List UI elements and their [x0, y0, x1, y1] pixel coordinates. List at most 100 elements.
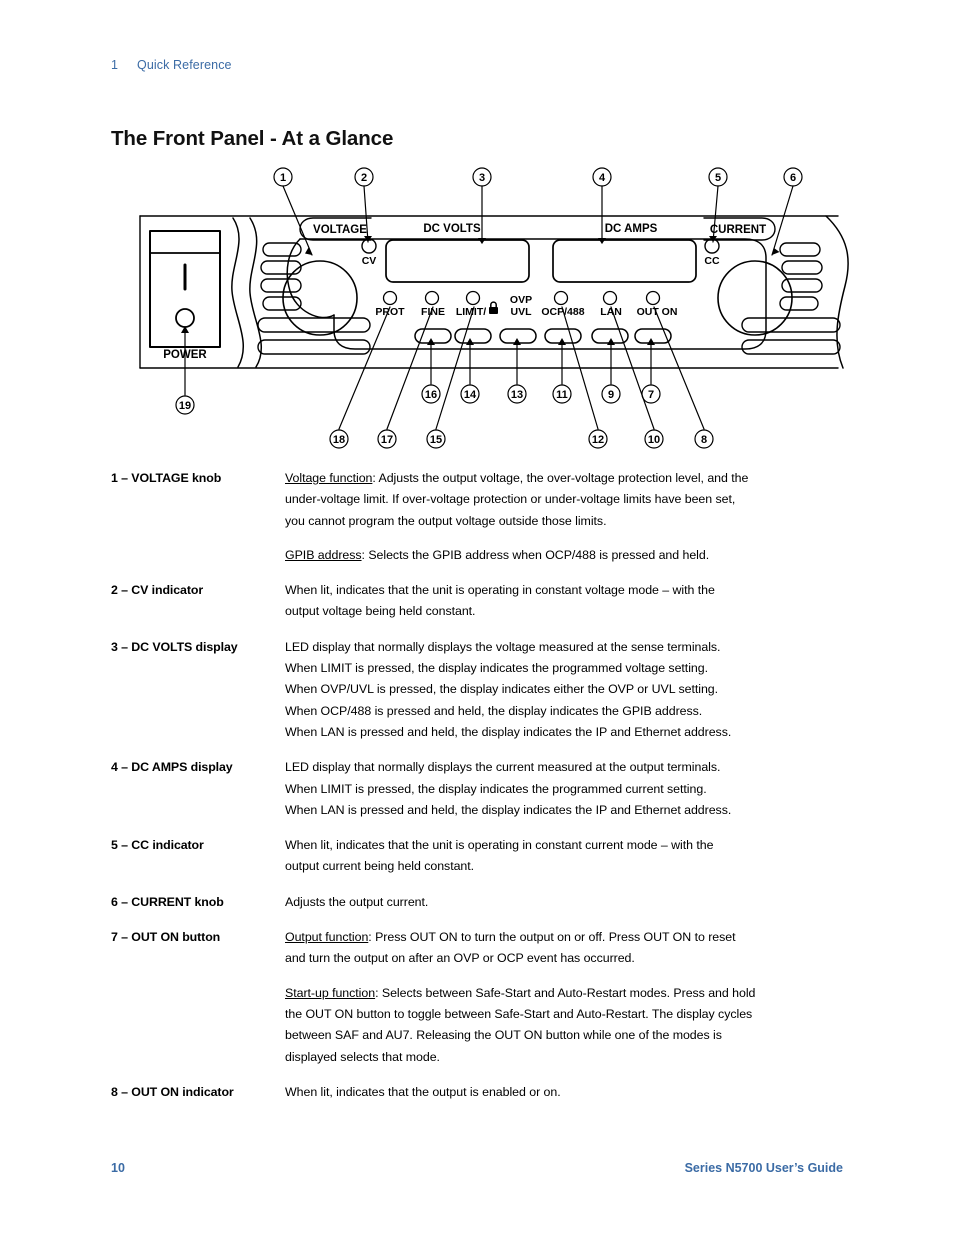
definition-paragraph: When lit, indicates that the unit is ope… — [285, 580, 851, 623]
callout-top-label: 2 — [361, 172, 367, 184]
page-title: The Front Panel - At a Glance — [111, 126, 394, 150]
callout-lower-label: 17 — [381, 434, 393, 446]
callout-lower-label: 14 — [464, 389, 477, 401]
chapter-title: Quick Reference — [137, 58, 232, 72]
lan-led — [602, 290, 618, 306]
definition-line: under-voltage limit. If over-voltage pro… — [285, 492, 736, 507]
definition-line: the OUT ON button to toggle between Safe… — [285, 1006, 753, 1021]
definition-term: 8 – OUT ON indicator — [111, 1082, 285, 1103]
callouts-lower-row2 — [329, 306, 714, 449]
definition-line: you cannot program the output voltage ou… — [285, 513, 607, 528]
callout-lower-label: 9 — [608, 389, 614, 401]
definition-term: 5 – CC indicator — [111, 835, 285, 856]
definition-line: between SAF and AU7. Releasing the OUT O… — [285, 1028, 722, 1043]
callout-lower-label: 8 — [701, 434, 707, 446]
definition-lead: GPIB address — [285, 547, 362, 562]
definition-line: LED display that normally displays the c… — [285, 760, 721, 775]
definition-text: : Adjusts the output voltage, the over-v… — [372, 471, 749, 485]
callout-top-label: 6 — [790, 172, 796, 184]
callouts-lower-row1 — [421, 338, 661, 404]
definition-dash: – — [121, 583, 128, 598]
right-vent-slots — [741, 242, 841, 355]
callout-lower-label: 12 — [592, 434, 604, 446]
definition-term: 7 – OUT ON button — [111, 927, 285, 948]
definition-number: 6 — [111, 894, 118, 909]
definition-text: : Press OUT ON to turn the output on or … — [368, 930, 736, 945]
definition-row: 5 – CC indicator When lit, indicates tha… — [111, 835, 851, 878]
definition-term: 4 – DC AMPS display — [111, 757, 285, 778]
definition-line: output current being held constant. — [285, 859, 475, 874]
definition-label: VOLTAGE knob — [131, 471, 222, 485]
definition-text: : Selects the GPIB address when OCP/488 … — [361, 547, 710, 562]
definition-line: When lit, indicates that the output is e… — [285, 1084, 561, 1099]
current-knob — [717, 260, 793, 336]
dc-volts-display — [385, 239, 530, 283]
definition-paragraph: Output function: Press OUT ON to turn th… — [285, 927, 851, 970]
definition-paragraph: When lit, indicates that the unit is ope… — [285, 835, 851, 878]
definition-row: 8 – OUT ON indicator When lit, indicates… — [111, 1082, 851, 1103]
definition-line: LED display that normally displays the v… — [285, 639, 721, 654]
definition-body: When lit, indicates that the unit is ope… — [285, 580, 851, 623]
definition-paragraph: Adjusts the output current. — [285, 892, 851, 913]
callout-top-label: 5 — [715, 172, 721, 184]
dc-volts-label: DC VOLTS — [423, 223, 481, 235]
definition-number: 7 — [111, 930, 118, 945]
definition-line: Output function: Press OUT ON to turn th… — [285, 927, 851, 948]
limit-led — [465, 290, 481, 306]
definition-list: 1 – VOLTAGE knob Voltage function: Adjus… — [111, 468, 851, 1117]
definition-number: 4 — [111, 760, 118, 775]
definition-row: 2 – CV indicator When lit, indicates tha… — [111, 580, 851, 623]
definition-number: 2 — [111, 583, 118, 598]
definition-label: DC VOLTS display — [131, 639, 238, 654]
callout-top-label: 4 — [599, 172, 606, 184]
definition-row: 7 – OUT ON button Output function: Press… — [111, 927, 851, 1068]
definition-paragraph: GPIB address: Selects the GPIB address w… — [285, 545, 851, 566]
lock-icon — [489, 301, 498, 314]
front-panel-figure: 1 2 3 4 5 6 POWER 19 VOLTAGE CURRENT CV … — [0, 155, 954, 465]
callout-lower-label: 16 — [425, 389, 437, 401]
definition-line: When OVP/UVL is pressed, the display ind… — [285, 682, 719, 697]
callout-lower-label: 7 — [648, 389, 654, 401]
definition-line: When lit, indicates that the unit is ope… — [285, 583, 715, 598]
definition-line: Voltage function: Adjusts the output vol… — [285, 468, 851, 489]
cc-indicator — [704, 238, 720, 254]
definition-line: When OCP/488 is pressed and held, the di… — [285, 703, 703, 718]
definition-line: When LAN is pressed and held, the displa… — [285, 802, 732, 817]
dc-amps-display — [552, 239, 697, 283]
callout-lower-label: 10 — [648, 434, 660, 446]
left-chassis-curves — [231, 217, 263, 368]
definition-dash: – — [121, 838, 128, 853]
voltage-knob — [282, 260, 358, 336]
definition-body: When lit, indicates that the output is e… — [285, 1082, 851, 1103]
definition-paragraph: LED display that normally displays the v… — [285, 637, 851, 743]
definition-line: When LIMIT is pressed, the display indic… — [285, 781, 707, 796]
outon-led — [645, 290, 661, 306]
callout-lower-label: 18 — [333, 434, 345, 446]
cv-label: CV — [362, 255, 377, 267]
current-label: CURRENT — [710, 224, 766, 236]
definition-lead: Voltage function — [285, 471, 373, 485]
definition-body: LED display that normally displays the c… — [285, 757, 851, 821]
definition-label: CURRENT knob — [131, 894, 224, 909]
definition-body: LED display that normally displays the v… — [285, 637, 851, 743]
definition-paragraph: Voltage function: Adjusts the output vol… — [285, 468, 851, 532]
definition-label: OUT ON button — [131, 930, 221, 945]
dc-amps-label: DC AMPS — [605, 223, 658, 235]
definition-line: When LIMIT is pressed, the display indic… — [285, 661, 708, 676]
definition-label: CV indicator — [131, 583, 204, 598]
definition-label: DC AMPS display — [131, 760, 233, 775]
definition-dash: – — [121, 894, 128, 909]
definition-label: OUT ON indicator — [131, 1084, 234, 1099]
footer-guide-title: Series N5700 User’s Guide — [684, 1161, 843, 1175]
definition-text: : Selects between Safe-Start and Auto-Re… — [375, 985, 756, 1000]
chapter-number: 1 — [111, 58, 119, 72]
ocp488-led — [553, 290, 569, 306]
definition-term: 6 – CURRENT knob — [111, 892, 285, 913]
cv-indicator — [361, 238, 377, 254]
definition-dash: – — [121, 760, 128, 775]
button-label-outon: OUT ON — [637, 306, 678, 318]
footer-page-number: 10 — [111, 1161, 125, 1175]
definition-term: 3 – DC VOLTS display — [111, 637, 285, 658]
definition-number: 5 — [111, 838, 118, 853]
definition-paragraph: When lit, indicates that the output is e… — [285, 1082, 851, 1103]
